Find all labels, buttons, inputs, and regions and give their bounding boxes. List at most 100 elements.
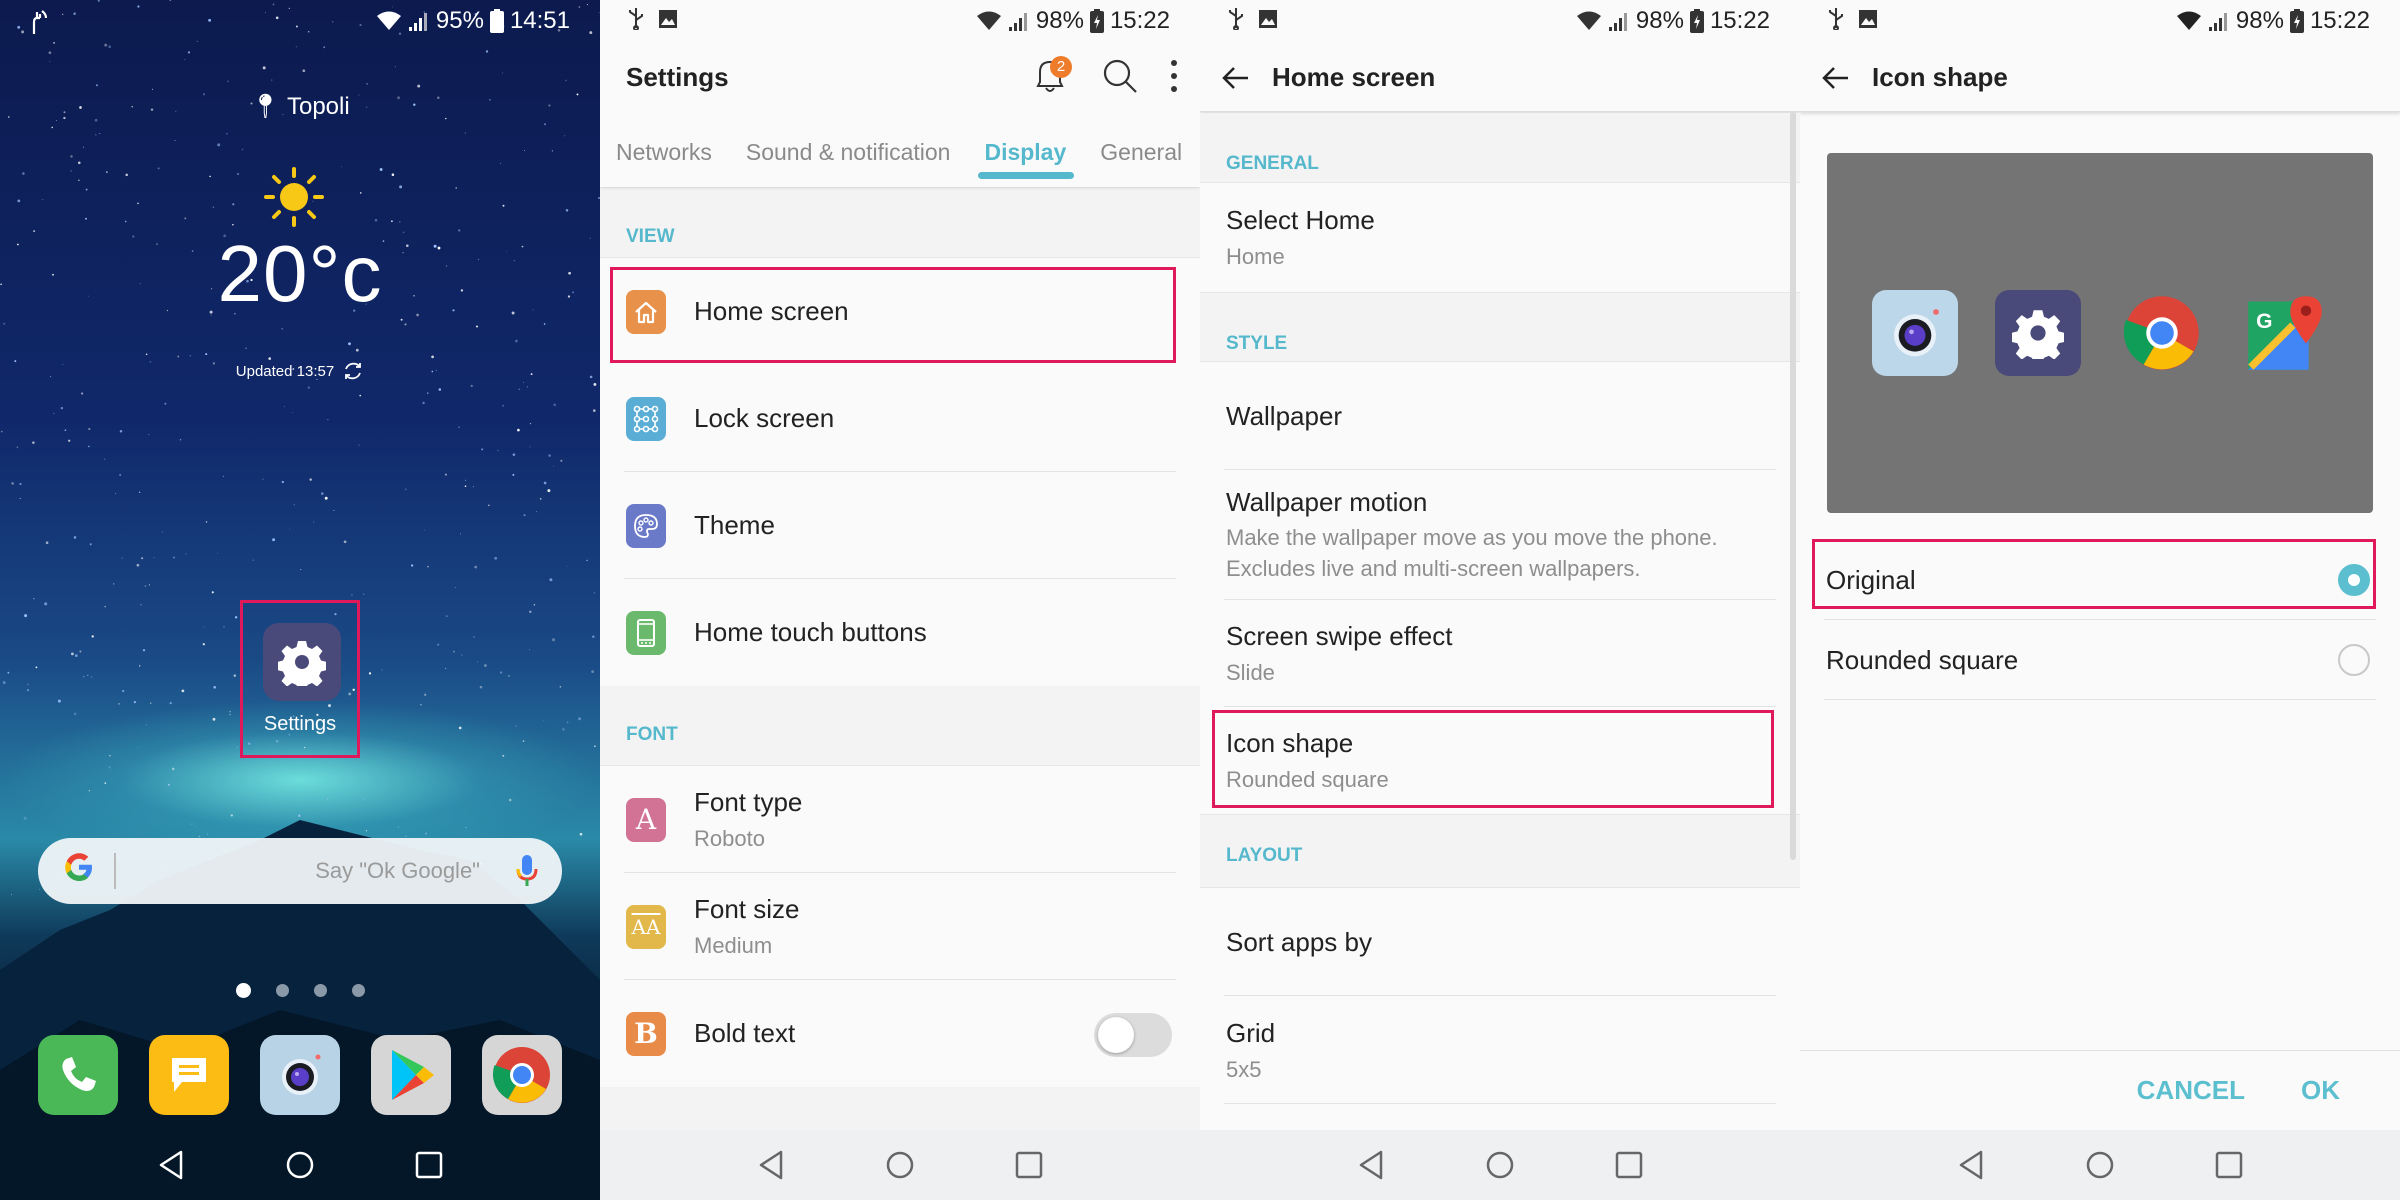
settings-item-home-touch-buttons[interactable]: Home touch buttons <box>600 579 1200 686</box>
tab-display[interactable]: Display <box>978 112 1075 187</box>
nav-home-icon[interactable] <box>1485 1150 1515 1180</box>
settings-item-wallpaper[interactable]: Wallpaper <box>1200 362 1800 470</box>
radio-rounded-square[interactable] <box>2338 644 2370 676</box>
preview-chrome-icon <box>2119 290 2205 376</box>
microphone-icon[interactable] <box>516 854 538 888</box>
back-arrow-icon[interactable] <box>1820 62 1852 94</box>
nav-recents-icon[interactable] <box>1015 1151 1043 1179</box>
page-dot-2[interactable] <box>275 984 289 997</box>
settings-item-sort-apps-by[interactable]: Sort apps by <box>1200 888 1800 996</box>
search-hint: Say "Ok Google" <box>315 858 480 883</box>
notifications-button[interactable]: 2 <box>1028 54 1072 98</box>
wifi-icon <box>1576 11 1601 30</box>
nav-back-icon[interactable] <box>157 1150 185 1180</box>
phone-app[interactable] <box>37 1035 118 1115</box>
notification-badge: 2 <box>1050 56 1072 78</box>
battery-percent: 98% <box>2235 7 2284 34</box>
page-dot-1[interactable] <box>235 983 251 998</box>
settings-item-font-type[interactable]: A Font type Roboto <box>600 766 1200 873</box>
settings-item-home-screen[interactable]: Home screen <box>600 258 1200 365</box>
nav-back-icon[interactable] <box>757 1150 785 1180</box>
messages-app[interactable] <box>148 1035 229 1115</box>
display-settings-list: VIEW Home screen Lock screen Theme Home … <box>600 190 1200 1167</box>
ok-button[interactable]: OK <box>2301 1075 2340 1106</box>
refresh-icon[interactable] <box>342 360 364 382</box>
settings-item-font-size[interactable]: AA Font size Medium <box>600 873 1200 980</box>
nav-home-icon[interactable] <box>885 1150 915 1180</box>
settings-item-bold-text[interactable]: B Bold text <box>600 980 1200 1087</box>
settings-item-grid[interactable]: Grid 5x5 <box>1200 996 1800 1104</box>
more-options-icon[interactable] <box>1168 56 1180 96</box>
bold-text-toggle[interactable] <box>1094 1013 1172 1057</box>
image-icon <box>659 10 677 28</box>
settings-item-lock-screen[interactable]: Lock screen <box>600 365 1200 472</box>
cancel-button[interactable]: CANCEL <box>2137 1075 2245 1106</box>
page-dot-3[interactable] <box>313 984 327 997</box>
font-type-icon: A <box>626 797 666 842</box>
settings-item-select-home[interactable]: Select Home Home <box>1200 183 1800 292</box>
option-original[interactable]: Original <box>1800 540 2400 620</box>
page-dot-4[interactable] <box>351 984 365 997</box>
item-description: Make the wallpaper move as you move the … <box>1226 524 1718 581</box>
search-icon[interactable] <box>1100 56 1140 96</box>
home-screen-settings-panel: 98% 15:22 Home screen GENERAL Select Hom… <box>1200 0 1800 1200</box>
clock: 14:51 <box>509 7 570 34</box>
nav-back-icon[interactable] <box>1357 1150 1385 1180</box>
page-title: Icon shape <box>1872 62 2008 92</box>
battery-icon <box>489 9 504 33</box>
section-header-font: FONT <box>600 686 1200 766</box>
camera-app[interactable] <box>259 1035 340 1115</box>
image-icon <box>1859 10 1877 28</box>
item-label: Bold text <box>694 1018 796 1048</box>
option-rounded-square[interactable]: Rounded square <box>1800 620 2400 700</box>
settings-app-shortcut[interactable]: Settings <box>240 600 360 758</box>
item-value: Home <box>1226 244 1285 269</box>
nav-home-icon[interactable] <box>285 1150 315 1180</box>
nav-back-icon[interactable] <box>1957 1150 1985 1180</box>
wifi-icon <box>2176 11 2201 30</box>
settings-item-icon-shape[interactable]: Icon shape Rounded square <box>1200 707 1800 814</box>
gear-icon <box>278 641 326 686</box>
chrome-app[interactable] <box>482 1035 563 1115</box>
font-size-icon: AA <box>626 904 666 949</box>
signal-icon <box>408 13 427 31</box>
updated-time: Updated 13:57 <box>235 362 335 380</box>
settings-item-wallpaper-motion[interactable]: Wallpaper motion Make the wallpaper move… <box>1200 470 1800 600</box>
tab-sound-notification[interactable]: Sound & notification <box>746 112 951 187</box>
nav-recents-icon[interactable] <box>2215 1151 2243 1179</box>
item-label: Grid <box>1226 1017 1276 1048</box>
settings-item-screen-swipe-effect[interactable]: Screen swipe effect Slide <box>1200 600 1800 707</box>
phone-buttons-icon <box>626 610 666 655</box>
section-header-general: GENERAL <box>1200 113 1800 183</box>
google-search-bar[interactable]: Say "Ok Google" <box>38 838 562 904</box>
location-pin-icon: 📍︎ <box>250 93 281 120</box>
bold-text-icon: B <box>626 1011 666 1056</box>
page-indicator <box>0 983 600 998</box>
nav-home-icon[interactable] <box>2085 1150 2115 1180</box>
section-header-style: STYLE <box>1200 292 1800 362</box>
tab-networks[interactable]: Networks <box>616 112 712 187</box>
nav-recents-icon[interactable] <box>415 1151 443 1179</box>
tab-general[interactable]: General <box>1100 112 1182 187</box>
battery-charging-icon <box>1689 9 1704 33</box>
icon-shape-app-bar: Icon shape <box>1800 44 2400 112</box>
settings-item-theme[interactable]: Theme <box>600 472 1200 579</box>
play-store-app[interactable] <box>371 1035 452 1115</box>
icon-shape-preview: G <box>1827 153 2373 513</box>
settings-app-label: Settings <box>263 713 337 735</box>
radio-original-selected[interactable] <box>2338 564 2370 596</box>
item-label: Font size <box>694 894 800 924</box>
item-label: Font type <box>694 787 803 817</box>
item-label: Theme <box>694 510 775 540</box>
back-arrow-icon[interactable] <box>1220 62 1252 94</box>
battery-charging-icon <box>2289 9 2304 33</box>
camera-icon <box>281 1054 321 1095</box>
dialog-buttons: CANCEL OK <box>1800 1050 2400 1130</box>
home-icon <box>626 289 666 334</box>
nav-recents-icon[interactable] <box>1615 1151 1643 1179</box>
location-name: Topoli <box>286 93 350 120</box>
option-label: Rounded square <box>1826 644 2019 675</box>
settings-app-icon <box>263 623 341 701</box>
weather-location[interactable]: 📍︎ Topoli <box>0 92 600 121</box>
scrollbar[interactable] <box>1790 112 1796 860</box>
